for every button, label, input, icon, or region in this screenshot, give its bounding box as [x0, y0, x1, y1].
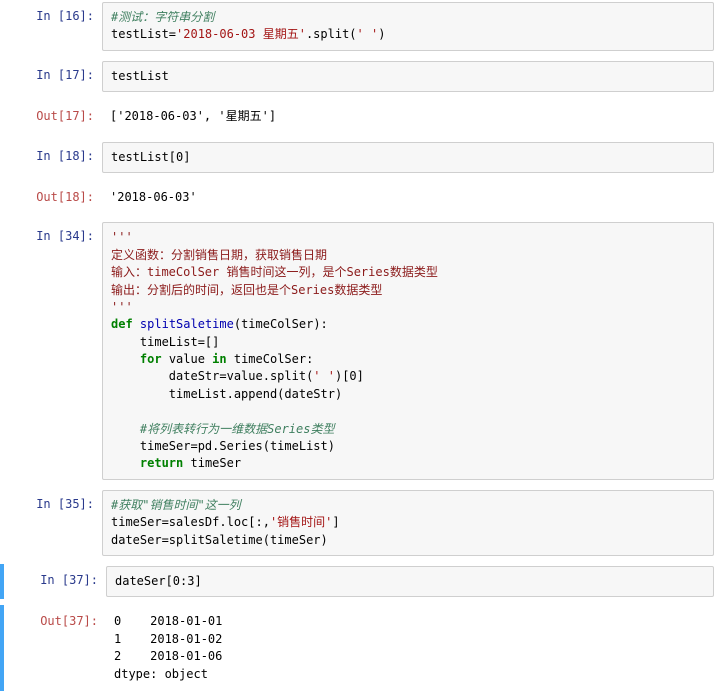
output-cell: Out[37]:0 2018-01-01 1 2018-01-02 2 2018…: [0, 605, 720, 691]
code-input[interactable]: #测试：字符串分割 testList='2018-06-03 星期五'.spli…: [102, 2, 714, 51]
input-prompt: In [17]:: [0, 61, 102, 92]
output-prompt: Out[37]:: [4, 607, 106, 689]
output-prompt: Out[18]:: [0, 183, 102, 212]
input-prompt: In [34]:: [0, 222, 102, 479]
output-text: 0 2018-01-01 1 2018-01-02 2 2018-01-06 d…: [106, 607, 714, 689]
notebook: In [16]:#测试：字符串分割 testList='2018-06-03 星…: [0, 0, 720, 691]
code-input[interactable]: #获取"销售时间"这一列 timeSer=salesDf.loc[:,'销售时间…: [102, 490, 714, 556]
output-cell: Out[17]:['2018-06-03', '星期五']: [0, 100, 720, 133]
input-prompt: In [35]:: [0, 490, 102, 556]
input-prompt: In [16]:: [0, 2, 102, 51]
code-input[interactable]: testList: [102, 61, 714, 92]
output-text: ['2018-06-03', '星期五']: [102, 102, 714, 131]
code-cell[interactable]: In [35]:#获取"销售时间"这一列 timeSer=salesDf.loc…: [0, 488, 720, 558]
code-cell[interactable]: In [37]:dateSer[0:3]: [0, 564, 720, 599]
code-input[interactable]: ''' 定义函数：分割销售日期，获取销售日期 输入：timeColSer 销售时…: [102, 222, 714, 479]
code-input[interactable]: testList[0]: [102, 142, 714, 173]
code-cell[interactable]: In [16]:#测试：字符串分割 testList='2018-06-03 星…: [0, 0, 720, 53]
code-cell[interactable]: In [34]:''' 定义函数：分割销售日期，获取销售日期 输入：timeCo…: [0, 220, 720, 481]
code-cell[interactable]: In [17]:testList: [0, 59, 720, 94]
code-input[interactable]: dateSer[0:3]: [106, 566, 714, 597]
input-prompt: In [37]:: [4, 566, 106, 597]
output-prompt: Out[17]:: [0, 102, 102, 131]
output-text: '2018-06-03': [102, 183, 714, 212]
input-prompt: In [18]:: [0, 142, 102, 173]
code-cell[interactable]: In [18]:testList[0]: [0, 140, 720, 175]
output-cell: Out[18]:'2018-06-03': [0, 181, 720, 214]
